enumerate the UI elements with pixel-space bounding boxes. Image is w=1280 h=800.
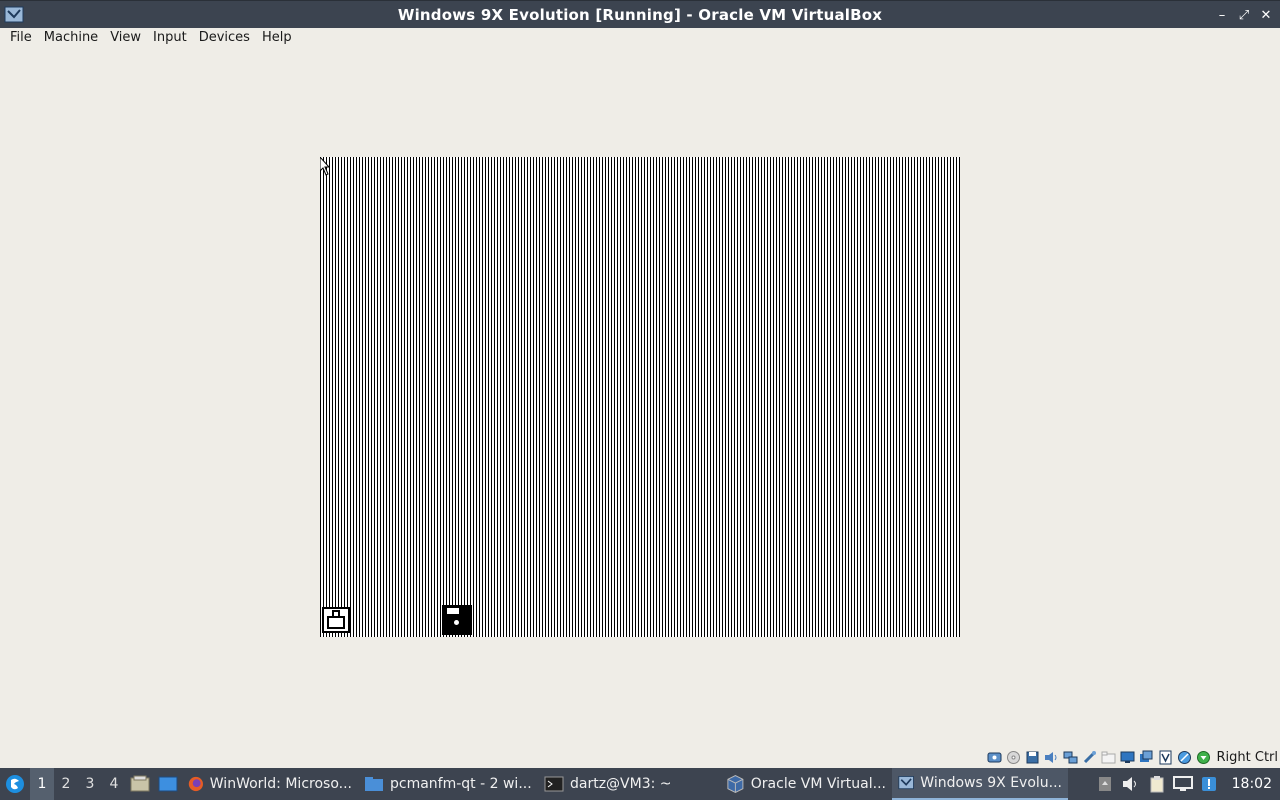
firefox-icon — [188, 776, 203, 792]
maximize-icon[interactable]: ⤢ — [1236, 5, 1252, 25]
menu-view[interactable]: View — [104, 28, 147, 48]
task-terminal[interactable]: dartz@VM3: ~ — [538, 768, 720, 800]
task-windows9x-vm[interactable]: Windows 9X Evolu... — [892, 768, 1068, 800]
network-icon[interactable] — [1062, 749, 1079, 766]
clock[interactable]: 18:02 — [1222, 776, 1280, 792]
title-bar: Windows 9X Evolution [Running] - Oracle … — [0, 0, 1280, 28]
file-manager-launcher-icon[interactable] — [126, 768, 154, 800]
arrow-down-icon[interactable] — [1195, 749, 1212, 766]
task-label: pcmanfm-qt - 2 wi... — [390, 776, 532, 792]
close-icon[interactable]: ✕ — [1258, 5, 1274, 25]
usb-icon[interactable] — [1081, 749, 1098, 766]
taskbar: 1 2 3 4 WinWorld: Microso... pcmanfm-qt … — [0, 768, 1280, 800]
menu-bar: File Machine View Input Devices Help — [0, 28, 1280, 48]
display-icon[interactable] — [1119, 749, 1136, 766]
task-virtualbox-manager[interactable]: Oracle VM Virtual... — [720, 768, 892, 800]
network-tray-icon[interactable] — [1170, 768, 1196, 800]
menu-devices[interactable]: Devices — [193, 28, 256, 48]
task-label: WinWorld: Microso... — [209, 776, 352, 792]
folder-icon — [365, 777, 383, 791]
task-label: dartz@VM3: ~ — [570, 776, 672, 792]
show-desktop-icon[interactable] — [154, 768, 182, 800]
desktop-1[interactable]: 1 — [30, 768, 54, 800]
mouse-cursor-icon — [320, 157, 330, 176]
desktop-3[interactable]: 3 — [78, 768, 102, 800]
desktop-2[interactable]: 2 — [54, 768, 78, 800]
menu-machine[interactable]: Machine — [38, 28, 104, 48]
hard-disk-icon[interactable] — [986, 749, 1003, 766]
vm-screen[interactable] — [320, 157, 960, 637]
floppy-icon[interactable] — [1024, 749, 1041, 766]
vbox-status-bar: Right Ctrl — [986, 746, 1280, 768]
video-capture-icon[interactable] — [1138, 749, 1155, 766]
optical-drive-icon[interactable] — [1005, 749, 1022, 766]
menu-file[interactable]: File — [4, 28, 38, 48]
clipboard-icon[interactable] — [1144, 768, 1170, 800]
shared-folder-icon[interactable] — [1100, 749, 1117, 766]
task-label: Oracle VM Virtual... — [750, 776, 886, 792]
task-label: Windows 9X Evolu... — [920, 775, 1062, 791]
task-firefox[interactable]: WinWorld: Microso... — [182, 768, 358, 800]
notification-icon[interactable] — [1196, 768, 1222, 800]
desktop-4[interactable]: 4 — [102, 768, 126, 800]
menu-help[interactable]: Help — [256, 28, 298, 48]
minimize-icon[interactable]: – — [1214, 5, 1230, 25]
vm-drive-icon[interactable] — [322, 607, 350, 633]
system-tray: 18:02 — [1092, 768, 1280, 800]
virtualbox-app-icon[interactable] — [4, 5, 24, 25]
terminal-icon — [544, 776, 564, 792]
mouse-integration-icon[interactable] — [1176, 749, 1193, 766]
tray-arrow-icon[interactable] — [1092, 768, 1118, 800]
virtualbox-vm-icon — [898, 776, 914, 790]
menu-input[interactable]: Input — [147, 28, 193, 48]
vm-floppy-icon[interactable] — [442, 605, 472, 635]
task-pcmanfm[interactable]: pcmanfm-qt - 2 wi... — [358, 768, 538, 800]
audio-icon[interactable] — [1043, 749, 1060, 766]
volume-icon[interactable] — [1118, 768, 1144, 800]
start-menu-button[interactable] — [0, 768, 30, 800]
host-key-label: Right Ctrl — [1216, 749, 1279, 765]
window-title: Windows 9X Evolution [Running] - Oracle … — [397, 5, 883, 24]
virtualization-icon[interactable] — [1157, 749, 1174, 766]
virtualbox-icon — [727, 775, 744, 793]
